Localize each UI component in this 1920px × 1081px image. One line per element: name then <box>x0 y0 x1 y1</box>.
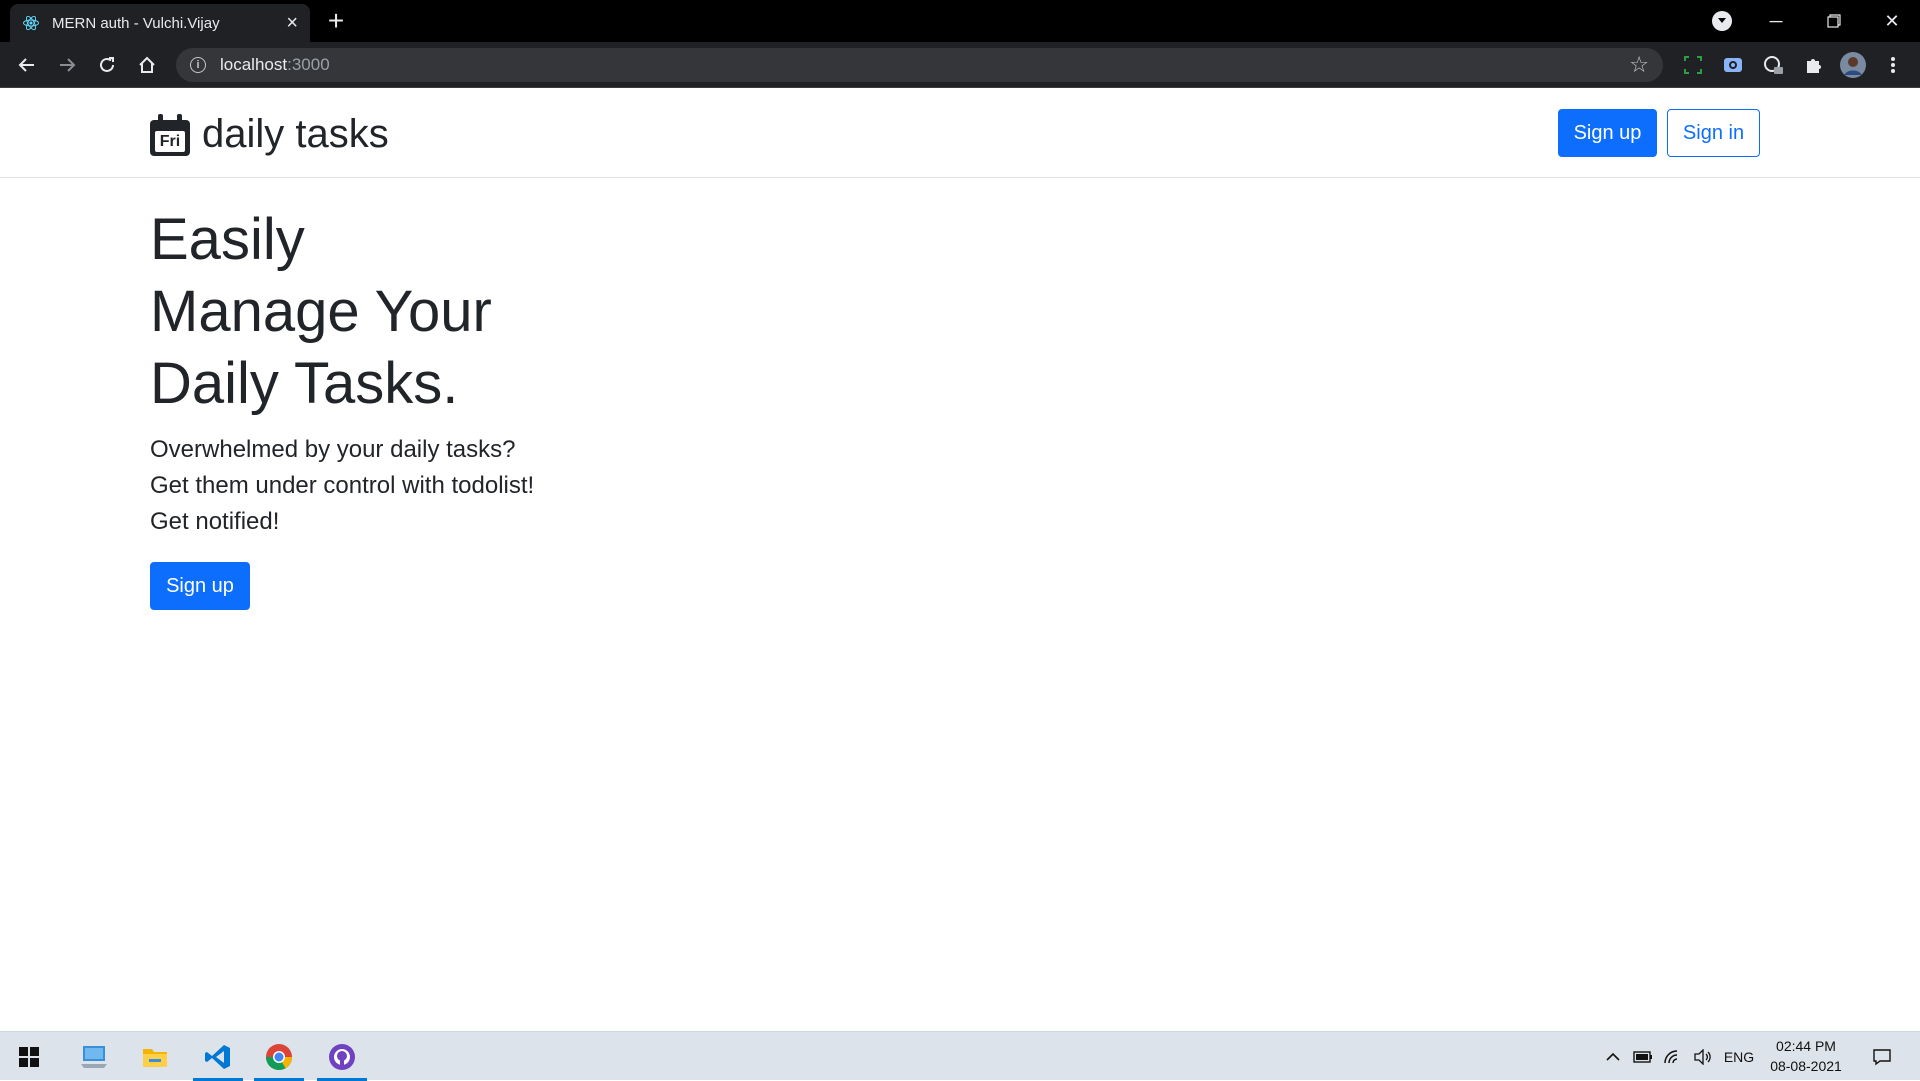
bookmark-star-icon[interactable]: ☆ <box>1629 54 1649 76</box>
react-icon <box>22 14 40 32</box>
hero-title-line: Manage Your <box>150 279 492 344</box>
clock-time: 02:44 PM <box>1776 1038 1836 1054</box>
this-pc-icon[interactable] <box>67 1032 121 1081</box>
show-hidden-icons-chevron-icon[interactable] <box>1600 1032 1626 1081</box>
hero-signup-button[interactable]: Sign up <box>150 562 250 610</box>
browser-toolbar: i localhost:3000 ☆ <box>0 42 1920 88</box>
nav-signin-button[interactable]: Sign in <box>1667 109 1760 157</box>
url-host: localhost <box>220 55 288 74</box>
forward-icon[interactable] <box>52 50 82 80</box>
minimize-icon[interactable]: ─ <box>1748 0 1804 42</box>
windows-start-icon[interactable] <box>2 1032 56 1081</box>
nav-signup-button[interactable]: Sign up <box>1558 109 1657 157</box>
browser-menu-icon[interactable] <box>1878 50 1908 80</box>
address-bar[interactable]: i localhost:3000 ☆ <box>176 48 1663 82</box>
navbar: Fri daily tasks Sign up Sign in <box>0 88 1920 178</box>
github-desktop-icon[interactable] <box>315 1032 369 1081</box>
brand[interactable]: Fri daily tasks <box>150 112 389 157</box>
file-explorer-icon[interactable] <box>128 1032 182 1081</box>
hero-description: Overwhelmed by your daily tasks? Get the… <box>150 432 534 540</box>
new-tab-icon[interactable]: + <box>322 7 350 36</box>
browser-titlebar: MERN auth - Vulchi.Vijay × + ─ ✕ <box>0 0 1920 42</box>
wifi-icon[interactable] <box>1660 1032 1686 1081</box>
tab-title: MERN auth - Vulchi.Vijay <box>52 14 220 32</box>
back-icon[interactable] <box>12 50 42 80</box>
hero-title: Easily Manage Your Daily Tasks. <box>150 204 492 420</box>
home-icon[interactable] <box>132 50 162 80</box>
chrome-icon[interactable] <box>252 1032 306 1081</box>
url-port: :3000 <box>287 55 330 74</box>
brand-text: daily tasks <box>202 112 389 156</box>
hero-title-line: Easily <box>150 207 305 272</box>
extension-icon[interactable] <box>1758 50 1788 80</box>
language-indicator[interactable]: ENG <box>1722 1032 1756 1081</box>
reload-icon[interactable] <box>92 50 122 80</box>
notification-center-icon[interactable] <box>1864 1032 1900 1081</box>
restore-icon[interactable] <box>1806 0 1862 42</box>
battery-icon[interactable] <box>1630 1032 1656 1081</box>
hero-text-line: Get them under control with todolist! <box>150 472 535 499</box>
calendar-day: Fri <box>155 130 185 152</box>
screen-capture-extension-icon[interactable] <box>1718 50 1748 80</box>
screenshot-extension-icon[interactable] <box>1678 50 1708 80</box>
clock[interactable]: 02:44 PM 08-08-2021 <box>1760 1036 1852 1076</box>
close-window-icon[interactable]: ✕ <box>1864 0 1920 42</box>
volume-icon[interactable] <box>1690 1032 1716 1081</box>
taskbar: ENG 02:44 PM 08-08-2021 <box>0 1031 1920 1081</box>
hero-text-line: Get notified! <box>150 508 280 535</box>
extensions-puzzle-icon[interactable] <box>1798 50 1828 80</box>
clock-date: 08-08-2021 <box>1770 1058 1842 1074</box>
vscode-icon[interactable] <box>191 1032 245 1081</box>
site-info-icon[interactable]: i <box>190 57 206 73</box>
browser-tab[interactable]: MERN auth - Vulchi.Vijay × <box>10 4 310 42</box>
tab-search-icon[interactable] <box>1712 11 1732 31</box>
hero-text-line: Overwhelmed by your daily tasks? <box>150 436 516 463</box>
calendar-icon: Fri <box>150 113 190 156</box>
profile-avatar[interactable] <box>1838 50 1868 80</box>
tab-close-icon[interactable]: × <box>286 13 298 33</box>
web-page: Fri daily tasks Sign up Sign in Easily M… <box>0 88 1920 1031</box>
hero-title-line: Daily Tasks. <box>150 351 459 416</box>
